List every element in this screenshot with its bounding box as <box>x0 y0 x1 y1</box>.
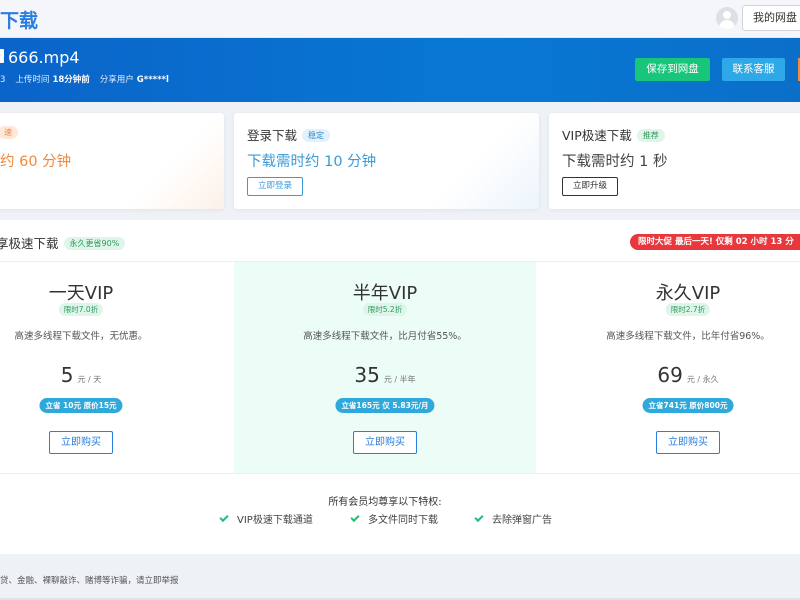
check-icon <box>219 512 229 523</box>
plan-discount: 限时5.2折 <box>362 303 408 316</box>
plan-price-unit: 元 / 半年 <box>383 375 416 384</box>
sharer-value: G*****l <box>136 75 169 85</box>
plan-name: 永久VIP <box>655 283 721 304</box>
tier-time-vip: 下载需时约 1 秒 <box>562 154 668 170</box>
tier-title-vip: VIP极速下载 推荐 <box>562 125 665 144</box>
upload-time: 上传时间 18分钟前 <box>15 75 89 85</box>
plan-price: 69 元 / 永久 <box>537 363 800 387</box>
plan-price: 5元 / 天 <box>0 363 232 387</box>
plan-name: 半年VIP <box>352 283 418 304</box>
promo-banner: 限时大促 最后一天! 仅剩 02 小时 13 分 <box>630 234 800 250</box>
plan-desc: 高速多线程下载文件，比年付省96%。 <box>606 331 770 342</box>
tier-time-slow: 约 60 分钟 <box>0 154 72 170</box>
login-button[interactable]: 立即登录 <box>247 177 304 196</box>
plan-price: 35 元 / 半年 <box>234 363 536 387</box>
tier-card-login: 登录下载 稳定 下载需时约 10 分钟 立即登录 <box>234 113 539 209</box>
sharer: 分享用户 G*****l <box>100 75 169 85</box>
privileges: 所有会员均尊享以下特权: VIP极速下载通道 多文件同时下载 去除弹窗广告 <box>0 473 800 554</box>
privilege-item: 去除弹窗广告 <box>474 511 552 526</box>
file-name: 666.mp4 <box>8 48 80 67</box>
tier-card-vip: VIP极速下载 推荐 下载需时约 1 秒 立即升级 <box>549 113 800 209</box>
file-size: 3 <box>0 75 6 85</box>
upgrade-button[interactable]: 立即升级 <box>562 177 619 196</box>
report-notice: 贷、金融、裸聊敲诈、赌博等诈骗，请立即举报 <box>0 576 179 586</box>
my-disk-button[interactable]: 我的网盘 <box>742 5 800 31</box>
privilege-item: 多文件同时下载 <box>350 511 438 526</box>
privileges-title: 所有会员均尊享以下特权: <box>328 497 442 508</box>
plan-discount: 限时7.0折 <box>58 303 104 316</box>
tier-badge-slow: 速 <box>0 126 18 139</box>
sharer-label: 分享用户 <box>99 75 134 85</box>
vip-panel: 享极速下载 永久更省90% 限时大促 最后一天! 仅剩 02 小时 13 分 一天… <box>0 220 800 554</box>
check-icon <box>350 512 360 523</box>
plan-price-unit: 元 / 永久 <box>686 375 719 384</box>
file-header: 666.mp4 3 上传时间 18分钟前 分享用户 G*****l 保存到网盘 联系客服 <box>0 38 800 102</box>
upload-label: 上传时间 <box>15 75 50 85</box>
file-icon <box>0 49 4 63</box>
user-avatar-icon[interactable] <box>716 7 738 29</box>
contact-support-button[interactable]: 联系客服 <box>722 58 785 81</box>
tier-card-slow: 速 约 60 分钟 <box>0 113 224 209</box>
plan-price-value: 5 <box>60 363 74 387</box>
vip-panel-header: 享极速下载 永久更省90% 限时大促 最后一天! 仅剩 02 小时 13 分 <box>0 220 800 262</box>
tier-title-login: 登录下载 稳定 <box>247 125 331 144</box>
plan-half-year: 半年VIP 限时5.2折 高速多线程下载文件，比月付省55%。 35 元 / 半年… <box>234 262 536 473</box>
plan-saving: 立省165元 仅 5.83元/月 <box>335 398 435 413</box>
plan-saving: 立省741元 原价800元 <box>642 398 734 413</box>
vip-title-badge: 永久更省90% <box>63 237 126 250</box>
plan-lifetime: 永久VIP 限时2.7折 高速多线程下载文件，比年付省96%。 69 元 / 永久… <box>537 262 800 473</box>
plan-price-value: 69 <box>657 363 683 387</box>
tier-badge-vip: 推荐 <box>636 129 665 142</box>
vip-panel-title: 享极速下载 永久更省90% <box>0 233 126 252</box>
plan-desc: 高速多线程下载文件，比月付省55%。 <box>303 331 467 342</box>
plan-saving: 立省 10元 原价15元 <box>39 398 123 413</box>
save-to-disk-button[interactable]: 保存到网盘 <box>635 58 710 81</box>
privilege-item: VIP极速下载通道 <box>219 511 313 526</box>
plan-one-day: 一天VIP 限时7.0折 高速多线程下载文件，无优惠。 5元 / 天 立省 10… <box>0 262 232 473</box>
file-meta: 3 上传时间 18分钟前 分享用户 G*****l <box>0 73 179 85</box>
plan-desc: 高速多线程下载文件，无优惠。 <box>14 331 148 342</box>
buy-button-one-day[interactable]: 立即购买 <box>49 431 113 454</box>
top-bar: 下载 我的网盘 <box>0 0 800 38</box>
buy-button-half-year[interactable]: 立即购买 <box>353 431 417 454</box>
plan-discount: 限时2.7折 <box>665 303 711 316</box>
tier-badge-login: 稳定 <box>302 129 331 142</box>
page-title: 下载 <box>0 10 39 32</box>
tier-time-login: 下载需时约 10 分钟 <box>247 154 377 170</box>
plan-name: 一天VIP <box>48 283 114 304</box>
upload-value: 18分钟前 <box>52 75 90 85</box>
plan-price-value: 35 <box>354 363 380 387</box>
buy-button-lifetime[interactable]: 立即购买 <box>656 431 720 454</box>
check-icon <box>474 512 484 523</box>
plan-price-unit: 元 / 天 <box>77 375 102 384</box>
